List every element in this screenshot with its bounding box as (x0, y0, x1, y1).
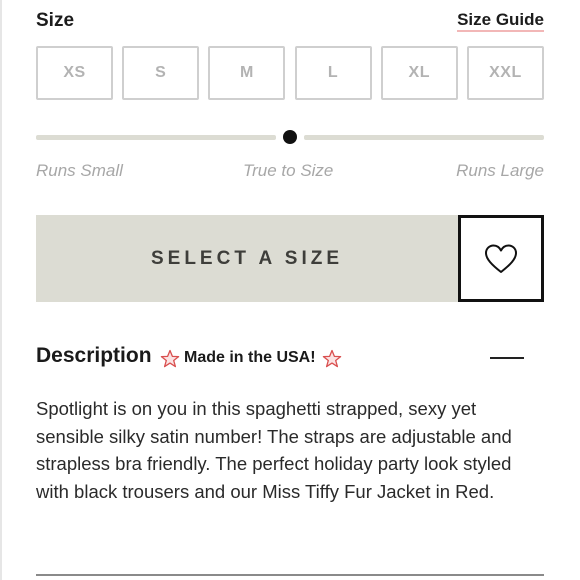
collapse-minus-icon[interactable] (490, 357, 524, 359)
section-divider (36, 574, 544, 576)
description-header[interactable]: Description Made in the USA! (36, 344, 544, 372)
wishlist-button[interactable] (458, 215, 544, 302)
size-option-l[interactable]: L (294, 46, 372, 100)
select-size-button[interactable]: SELECT A SIZE (36, 215, 458, 302)
size-option-m[interactable]: M (208, 46, 286, 100)
size-guide-link[interactable]: Size Guide (457, 10, 544, 32)
heart-outline-icon (485, 244, 517, 273)
size-option-xs[interactable]: XS (36, 46, 113, 100)
size-option-s[interactable]: S (122, 46, 200, 100)
fit-scale-track-right (304, 135, 544, 140)
fit-scale-labels: Runs Small True to Size Runs Large (36, 161, 544, 185)
fit-label-runs-small: Runs Small (36, 161, 123, 180)
size-options: XS S M L XL XXL (36, 46, 544, 102)
size-option-xl[interactable]: XL (380, 46, 458, 100)
size-option-xxl[interactable]: XXL (466, 46, 544, 100)
star-icon (322, 349, 342, 368)
made-in-usa-badge: Made in the USA! (184, 349, 316, 366)
left-edge-divider (0, 0, 2, 580)
fit-scale (36, 130, 544, 146)
fit-scale-indicator (283, 130, 297, 144)
size-title: Size (36, 10, 75, 31)
description-title: Description (36, 344, 152, 367)
fit-scale-track-left (36, 135, 276, 140)
star-icon (160, 349, 180, 368)
fit-label-true-to-size: True to Size (243, 161, 334, 180)
description-body: Spotlight is on you in this spaghetti st… (36, 398, 512, 502)
size-header: Size Size Guide (36, 10, 544, 34)
fit-label-runs-large: Runs Large (456, 161, 544, 180)
